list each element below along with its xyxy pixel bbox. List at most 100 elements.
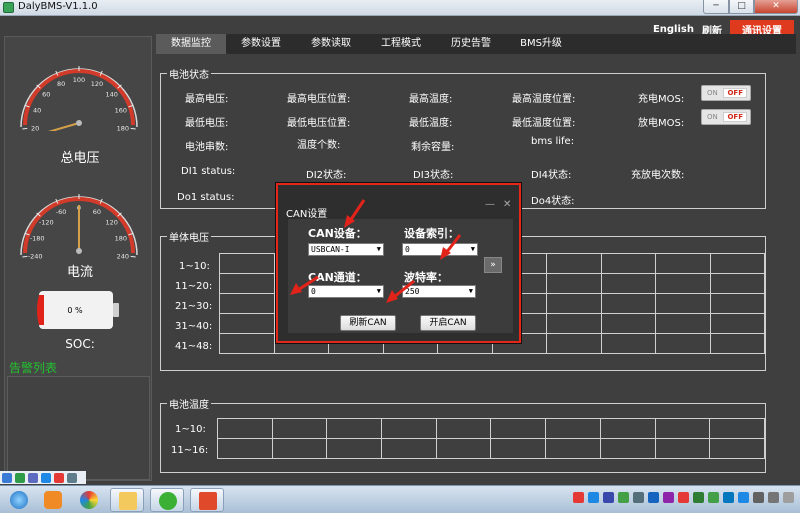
ime-icon[interactable]: [54, 472, 64, 483]
cell-temp-title: 电池温度: [167, 396, 211, 411]
remaining-capacity-label: 剩余容量:: [411, 142, 455, 153]
folder-icon: [119, 492, 137, 510]
network-icon[interactable]: [783, 492, 794, 503]
dialog-content: CAN设备： USBCAN-I ▼ 设备索引： 0 ▼ CAN通道： 0 ▼ 波特率：…: [288, 199, 513, 333]
table-cell: [546, 313, 602, 334]
taskbar-browser[interactable]: [72, 488, 106, 512]
soc-value: 0 %: [67, 306, 83, 315]
table-cell: [709, 438, 765, 459]
di2-status-label: DI2状态:: [306, 170, 347, 181]
dialog-close-button[interactable]: ✕: [503, 199, 511, 210]
taskbar-wechat[interactable]: [150, 488, 184, 512]
gauge-tick-label: -60: [56, 208, 67, 216]
cell-voltage-row-label: 41~48:: [175, 341, 213, 352]
gauge-tick-label: -120: [39, 219, 54, 227]
tray-icon[interactable]: [588, 492, 599, 503]
alarm-list[interactable]: [7, 376, 150, 480]
tab-bms-upgrade[interactable]: BMS升级: [506, 34, 576, 54]
tray-icon[interactable]: [663, 492, 674, 503]
temp-count-label: 温度个数:: [297, 140, 341, 151]
tray-icon[interactable]: [573, 492, 584, 503]
table-cell: [709, 253, 765, 274]
alarm-list-title: 告警列表: [9, 361, 58, 375]
taskbar-dalybms[interactable]: [190, 488, 224, 512]
table-cell: [654, 418, 711, 439]
di4-status-label: DI4状态:: [531, 170, 572, 181]
tray-icon[interactable]: [753, 492, 764, 503]
taskbar: [0, 485, 800, 513]
discharge-mos-label: 放电MOS:: [638, 118, 685, 129]
table-cell: [599, 438, 656, 459]
input-method-toolbar[interactable]: [0, 471, 86, 484]
tray-icon[interactable]: [618, 492, 629, 503]
table-cell: [709, 273, 765, 294]
ime-icon[interactable]: [15, 472, 25, 483]
ime-icon[interactable]: [41, 472, 51, 483]
table-cell: [326, 438, 383, 459]
max-temp-position-label: 最高温度位置:: [512, 94, 576, 105]
cell-voltage-row-label: 11~20:: [175, 281, 213, 292]
tray-icon[interactable]: [693, 492, 704, 503]
window-title: DalyBMS-V1.1.0: [18, 1, 98, 12]
annotation-arrow-icon: [440, 234, 462, 260]
tab-history-alarm[interactable]: 历史告警: [436, 34, 506, 54]
cell-voltage-row-label: 1~10:: [179, 261, 210, 272]
tray-icon[interactable]: [633, 492, 644, 503]
cell-temp-row-label: 1~10:: [175, 424, 206, 435]
start-button[interactable]: [2, 488, 36, 512]
ime-icon[interactable]: [2, 472, 12, 483]
maximize-button[interactable]: □: [729, 0, 754, 14]
tab-param-read[interactable]: 参数读取: [296, 34, 366, 54]
tab-data-monitor[interactable]: 数据监控: [156, 34, 226, 54]
charge-mos-label: 充电MOS:: [638, 94, 685, 105]
tray-icon[interactable]: [678, 492, 689, 503]
table-cell: [600, 313, 656, 334]
do4-status-label: Do4状态:: [531, 196, 575, 207]
minimize-button[interactable]: ─: [703, 0, 729, 14]
gauge-tick-label: 100: [73, 76, 85, 84]
app-body: English 刷新 通讯设置 020406080100120140160180…: [0, 16, 800, 485]
table-cell: [381, 438, 437, 459]
tab-engineering[interactable]: 工程模式: [366, 34, 436, 54]
tray-icon[interactable]: [603, 492, 614, 503]
tray-icon[interactable]: [723, 492, 734, 503]
volume-icon[interactable]: [768, 492, 779, 503]
gauge-tick-label: 160: [115, 106, 127, 114]
dialog-minimize-button[interactable]: —: [485, 199, 495, 210]
tray-icon[interactable]: [648, 492, 659, 503]
table-cell: [219, 253, 275, 274]
refresh-can-button[interactable]: 刷新CAN: [340, 315, 396, 331]
table-cell: [599, 418, 656, 439]
voltage-label: 总电压: [60, 151, 100, 166]
device-index-value: 0: [405, 245, 410, 254]
gauge-tick-label: 240: [117, 253, 129, 259]
annotation-arrow-icon: [386, 279, 415, 303]
expand-button[interactable]: »: [484, 257, 502, 273]
tab-param-settings[interactable]: 参数设置: [226, 34, 296, 54]
taskbar-media-player[interactable]: [36, 488, 70, 512]
title-bar: DalyBMS-V1.1.0 ─ □ ✕: [0, 0, 800, 16]
cell-voltage-row-label: 21~30:: [175, 301, 213, 312]
ime-icon[interactable]: [28, 472, 38, 483]
max-temp-label: 最高温度:: [409, 94, 453, 105]
taskbar-file-explorer[interactable]: [110, 488, 144, 512]
table-cell: [545, 438, 601, 459]
tray-icon[interactable]: [708, 492, 719, 503]
gauge-tick-label: 20: [31, 125, 39, 131]
gauge-tick-label: 80: [57, 80, 65, 88]
can-device-value: USBCAN-I: [311, 245, 350, 254]
cell-temp-row-label: 11~16:: [171, 445, 209, 456]
charge-mos-toggle[interactable]: ON OFF: [701, 85, 751, 101]
current-label: 电流: [66, 265, 93, 280]
can-device-select[interactable]: USBCAN-I ▼: [308, 243, 384, 256]
table-row: [217, 418, 765, 439]
ime-icon[interactable]: [67, 472, 77, 483]
min-temp-position-label: 最低温度位置:: [512, 118, 576, 129]
tray-icon[interactable]: [738, 492, 749, 503]
open-can-button[interactable]: 开启CAN: [420, 315, 476, 331]
close-button[interactable]: ✕: [754, 0, 798, 14]
table-cell: [655, 333, 711, 354]
discharge-mos-toggle[interactable]: ON OFF: [701, 109, 751, 125]
di3-status-label: DI3状态:: [413, 170, 454, 181]
table-cell: [546, 273, 602, 294]
